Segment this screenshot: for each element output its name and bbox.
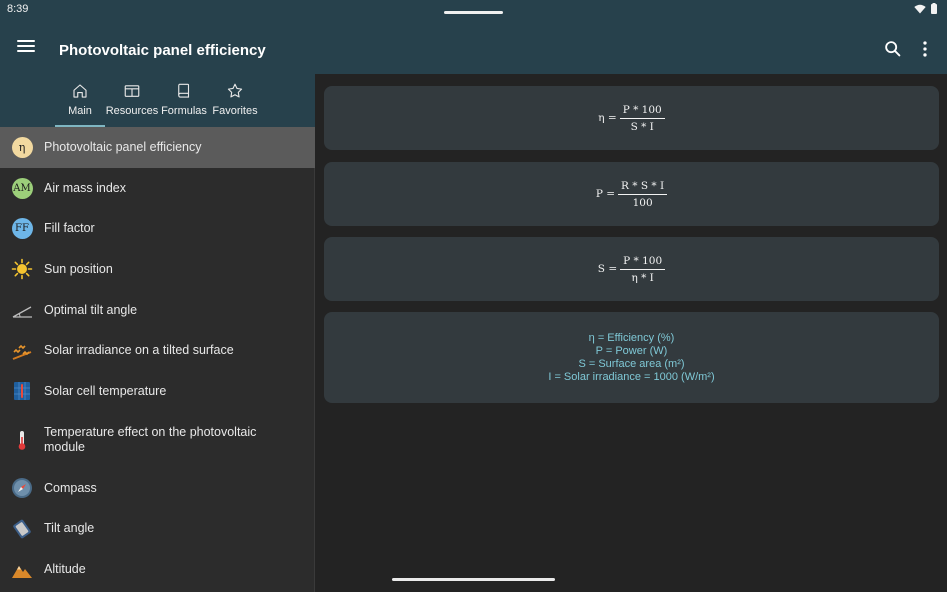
sidebar-item-label: Air mass index: [44, 180, 126, 195]
sidebar-item-label: Altitude: [44, 562, 86, 577]
irradiance-icon: [12, 344, 32, 360]
formula-card-efficiency: η = P * 100 S * I: [324, 86, 939, 150]
sidebar-item-compass[interactable]: Compass: [0, 468, 315, 509]
tab-main[interactable]: Main: [55, 74, 105, 127]
tilt-icon: [13, 519, 31, 539]
legend-line: P = Power (W): [595, 344, 668, 357]
formula-fraction: R * S * I 100: [618, 180, 668, 209]
more-options-icon[interactable]: [914, 38, 936, 60]
angle-icon: [12, 306, 32, 318]
formula-card-power: P = R * S * I 100: [324, 162, 939, 226]
tab-label: Main: [68, 105, 92, 117]
sidebar-item-tilt-angle[interactable]: Tilt angle: [0, 509, 315, 550]
tab-bar: Main Resources Formulas Favorites: [0, 74, 315, 127]
legend-line: I = Solar irradiance = 1000 (W/m²): [548, 370, 715, 383]
sidebar-item-label: Photovoltaic panel efficiency: [44, 139, 202, 154]
formula-card-surface: S = P * 100 η * I: [324, 237, 939, 301]
variable-legend: η = Efficiency (%) P = Power (W) S = Sur…: [548, 332, 714, 384]
formula-numerator: P * 100: [619, 104, 665, 119]
sidebar-item-label: Tilt angle: [44, 521, 95, 536]
formula-denominator: S * I: [630, 120, 654, 133]
main-content: η = P * 100 S * I P = R * S * I 100 S = …: [316, 74, 947, 592]
app-bar: Photovoltaic panel efficiency: [0, 18, 947, 74]
formula-denominator: 100: [632, 196, 653, 209]
sidebar-item-label: Temperature effect on the photovoltaic m…: [44, 424, 257, 454]
sidebar-item-air-mass-index[interactable]: AM Air mass index: [0, 168, 315, 209]
sidebar-item-label: Optimal tilt angle: [44, 302, 138, 317]
sidebar-item-solar-cell-temperature[interactable]: Solar cell temperature: [0, 371, 315, 412]
formula-fraction: P * 100 S * I: [619, 104, 665, 133]
star-icon: [227, 83, 243, 98]
formula-lhs: S =: [597, 263, 618, 275]
sidebar-item-fill-factor[interactable]: FF Fill factor: [0, 208, 315, 249]
sidebar-item-sun-position[interactable]: Sun position: [0, 249, 315, 290]
sidebar-item-label: Sun position: [44, 261, 113, 276]
formula-lhs: P =: [595, 188, 616, 200]
status-time: 8:39: [7, 3, 29, 15]
status-bar: 8:39: [0, 0, 947, 18]
formula: S = P * 100 η * I: [597, 255, 666, 284]
sidebar: Main Resources Formulas Favorites η Phot…: [0, 74, 315, 592]
tab-favorites[interactable]: Favorites: [212, 74, 258, 127]
sun-icon: [11, 259, 33, 280]
tab-label: Formulas: [161, 105, 207, 117]
mountain-icon: [12, 565, 32, 578]
thermometer-icon: [18, 430, 26, 450]
formula: η = P * 100 S * I: [598, 104, 665, 133]
top-drag-handle[interactable]: [444, 11, 503, 14]
sidebar-item-label: Solar cell temperature: [44, 383, 167, 398]
solar-cell-icon: [14, 382, 30, 401]
gesture-nav-handle[interactable]: [392, 578, 555, 581]
sidebar-item-label: Compass: [44, 480, 97, 495]
ff-badge-icon: FF: [11, 218, 33, 240]
page-title: Photovoltaic panel efficiency: [59, 42, 266, 59]
legend-line: η = Efficiency (%): [588, 331, 675, 344]
formula-denominator: η * I: [631, 271, 654, 284]
legend-line: S = Surface area (m²): [578, 357, 685, 370]
sidebar-item-label: Solar irradiance on a tilted surface: [44, 343, 234, 358]
tab-label: Favorites: [212, 105, 258, 117]
formula-numerator: P * 100: [620, 255, 666, 270]
home-icon: [73, 84, 87, 98]
compass-icon: [12, 478, 32, 499]
sidebar-item-solar-irradiance-on-a-tilted-surface[interactable]: Solar irradiance on a tilted surface: [0, 330, 315, 371]
eta-badge-icon: η: [11, 136, 33, 158]
tab-label: Resources: [105, 105, 159, 117]
sidebar-item-optimal-tilt-angle[interactable]: Optimal tilt angle: [0, 290, 315, 331]
battery-icon: [931, 3, 937, 14]
table-icon: [124, 85, 140, 97]
formula: P = R * S * I 100: [595, 180, 668, 209]
formula-fraction: P * 100 η * I: [620, 255, 666, 284]
am-badge-icon: AM: [11, 177, 33, 199]
formula-numerator: R * S * I: [618, 180, 668, 195]
menu-icon[interactable]: [14, 34, 38, 58]
book-icon: [178, 83, 190, 98]
wifi-icon: [914, 4, 926, 13]
tab-resources[interactable]: Resources: [106, 74, 158, 127]
formula-lhs: η =: [598, 112, 617, 124]
sidebar-item-altitude[interactable]: Altitude: [0, 549, 315, 590]
calculator-list: η Photovoltaic panel efficiency AM Air m…: [0, 127, 315, 590]
sidebar-item-temperature-effect[interactable]: Temperature effect on the photovoltaic m…: [0, 412, 315, 468]
search-icon[interactable]: [882, 38, 904, 60]
legend-card: η = Efficiency (%) P = Power (W) S = Sur…: [324, 312, 939, 403]
sidebar-item-label: Fill factor: [44, 221, 95, 236]
system-icons: [914, 3, 937, 14]
tab-formulas[interactable]: Formulas: [160, 74, 208, 127]
sidebar-item-photovoltaic-panel-efficiency[interactable]: η Photovoltaic panel efficiency: [0, 127, 315, 168]
